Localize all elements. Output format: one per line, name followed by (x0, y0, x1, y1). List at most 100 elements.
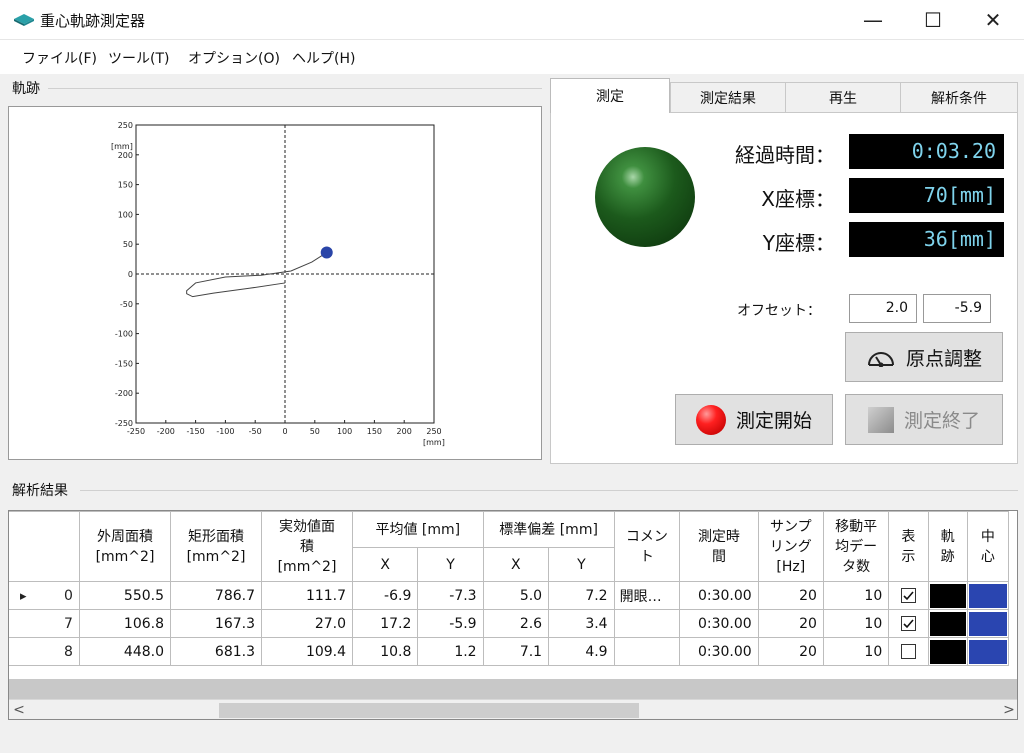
col-comment-label-2: ト (639, 548, 654, 565)
col-effective-area[interactable]: 実効値面積 [mm^2] (261, 511, 354, 582)
cell-sx[interactable]: 7.1 (482, 637, 550, 666)
cell-comment[interactable] (613, 609, 681, 638)
cell-ma[interactable]: 10 (822, 637, 890, 666)
row-header[interactable]: 8 (9, 637, 80, 666)
minimize-button[interactable]: — (848, 0, 898, 40)
results-grid[interactable]: 外周面積 [mm^2] 矩形面積 [mm^2] 実効値面積 [mm^2] 平均値 [m… (8, 510, 1018, 720)
cell-track-color[interactable] (927, 609, 968, 638)
col-comment[interactable]: コメント (613, 511, 681, 582)
maximize-button[interactable]: ☐ (908, 0, 958, 40)
cell-rect[interactable]: 167.3 (169, 609, 263, 638)
cell-sx[interactable]: 5.0 (482, 581, 550, 610)
tab-measure[interactable]: 測定 (550, 78, 670, 113)
cell-eff[interactable]: 27.0 (261, 609, 354, 638)
cell-sy[interactable]: 4.9 (548, 637, 615, 666)
table-row[interactable]: 8 448.0 681.3 109.4 10.8 1.2 7.1 4.9 0:30.00 20 10 (9, 637, 1010, 666)
trajectory-plot: 250 200 150 100 50 0 -50 -100 -150 -200 -250 -250 -2… (8, 106, 542, 460)
col-moving-average[interactable]: 移動平 均デー タ数 (822, 511, 890, 582)
cell-time[interactable]: 0:30.00 (679, 581, 759, 610)
cell-eff[interactable]: 109.4 (261, 637, 354, 666)
row-header[interactable]: ▸ 0 (9, 581, 80, 610)
offset-x-field: 2.0 (849, 294, 917, 323)
stop-measurement-button[interactable]: 測定終了 (845, 394, 1003, 445)
cell-hz[interactable]: 20 (757, 637, 824, 666)
menu-file[interactable]: ファイル(F) (22, 48, 97, 68)
scroll-thumb[interactable] (219, 703, 639, 718)
cell-my[interactable]: -7.3 (417, 581, 484, 610)
cell-track-color[interactable] (927, 637, 968, 666)
cell-sx[interactable]: 2.6 (482, 609, 550, 638)
start-measurement-button[interactable]: 測定開始 (675, 394, 833, 445)
cell-center-color[interactable] (966, 609, 1010, 638)
menu-options[interactable]: オプション(O) (188, 48, 280, 68)
cell-outer[interactable]: 448.0 (78, 637, 172, 666)
checkbox-checked-icon[interactable] (900, 588, 916, 603)
cell-outer[interactable]: 550.5 (78, 581, 172, 610)
offset-y-field: -5.9 (923, 294, 991, 323)
col-sampling[interactable]: サンプ リング [Hz] (757, 511, 824, 582)
col-effective-area-label-2: 積 (300, 538, 315, 555)
cell-ma[interactable]: 10 (822, 609, 890, 638)
y-tick-label: -100 (115, 330, 133, 339)
window-title: 重心軌跡測定器 (40, 12, 146, 30)
x-coord-label: X座標： (761, 187, 835, 211)
col-std-x[interactable]: X (482, 547, 550, 582)
cell-eff[interactable]: 111.7 (261, 581, 354, 610)
cell-ma[interactable]: 10 (822, 581, 890, 610)
col-track[interactable]: 軌跡 (927, 511, 968, 582)
cell-hz[interactable]: 20 (757, 581, 824, 610)
tab-playback[interactable]: 再生 (785, 82, 901, 112)
cell-rect[interactable]: 681.3 (169, 637, 263, 666)
col-center[interactable]: 中心 (966, 511, 1010, 582)
scroll-left-icon[interactable]: < (9, 700, 29, 719)
x-tick-label: -200 (157, 427, 175, 436)
cell-time[interactable]: 0:30.00 (679, 637, 759, 666)
tab-measure-label: 測定 (596, 89, 624, 105)
col-display[interactable]: 表示 (888, 511, 929, 582)
menu-help[interactable]: ヘルプ(H) (292, 48, 355, 68)
scroll-right-icon[interactable]: > (999, 700, 1017, 719)
cell-my[interactable]: 1.2 (417, 637, 484, 666)
cell-display (888, 581, 929, 610)
cell-comment[interactable] (613, 637, 681, 666)
close-button[interactable]: ✕ (968, 0, 1018, 40)
col-mean-x[interactable]: X (352, 547, 419, 582)
cell-center-color[interactable] (966, 581, 1010, 610)
row-header[interactable]: 7 (9, 609, 80, 638)
table-row[interactable]: 7 106.8 167.3 27.0 17.2 -5.9 2.6 3.4 0:30.00 20 10 (9, 609, 1010, 638)
cell-outer[interactable]: 106.8 (78, 609, 172, 638)
col-time-label-1: 測定時 (697, 528, 740, 545)
col-std-label: 標準偏差 [mm] (499, 521, 598, 538)
col-std[interactable]: 標準偏差 [mm] (482, 511, 615, 548)
tab-results[interactable]: 測定結果 (670, 82, 786, 112)
tab-results-label: 測定結果 (700, 90, 756, 107)
cell-mx[interactable]: 17.2 (352, 609, 419, 638)
col-rect-area[interactable]: 矩形面積 [mm^2] (169, 511, 263, 582)
cell-rect[interactable]: 786.7 (169, 581, 263, 610)
cell-mx[interactable]: 10.8 (352, 637, 419, 666)
cell-comment[interactable]: 開眼… (613, 581, 681, 610)
checkbox-icon[interactable] (900, 644, 916, 659)
col-mean-y[interactable]: Y (417, 547, 484, 582)
col-mean[interactable]: 平均値 [mm] (352, 511, 484, 548)
col-std-y[interactable]: Y (548, 547, 615, 582)
close-icon: ✕ (984, 8, 1002, 32)
cell-sy[interactable]: 7.2 (548, 581, 615, 610)
menu-tools[interactable]: ツール(T) (108, 48, 169, 68)
col-mean-label: 平均値 [mm] (375, 521, 461, 538)
horizontal-scrollbar[interactable]: < > (9, 699, 1017, 719)
cell-sy[interactable]: 3.4 (548, 609, 615, 638)
cell-center-color[interactable] (966, 637, 1010, 666)
table-row[interactable]: ▸ 0 550.5 786.7 111.7 -6.9 -7.3 5.0 7.2 開眼… 0:30.0… (9, 581, 1010, 610)
checkbox-checked-icon[interactable] (900, 616, 916, 631)
origin-adjust-button[interactable]: 原点調整 (845, 332, 1003, 382)
trajectory-group-label: 軌跡 (12, 81, 40, 97)
col-time[interactable]: 測定時間 (679, 511, 759, 582)
tab-analysis-conditions[interactable]: 解析条件 (900, 82, 1018, 112)
cell-my[interactable]: -5.9 (417, 609, 484, 638)
cell-time[interactable]: 0:30.00 (679, 609, 759, 638)
col-outer-area[interactable]: 外周面積 [mm^2] (78, 511, 172, 582)
cell-track-color[interactable] (927, 581, 968, 610)
cell-mx[interactable]: -6.9 (352, 581, 419, 610)
cell-hz[interactable]: 20 (757, 609, 824, 638)
